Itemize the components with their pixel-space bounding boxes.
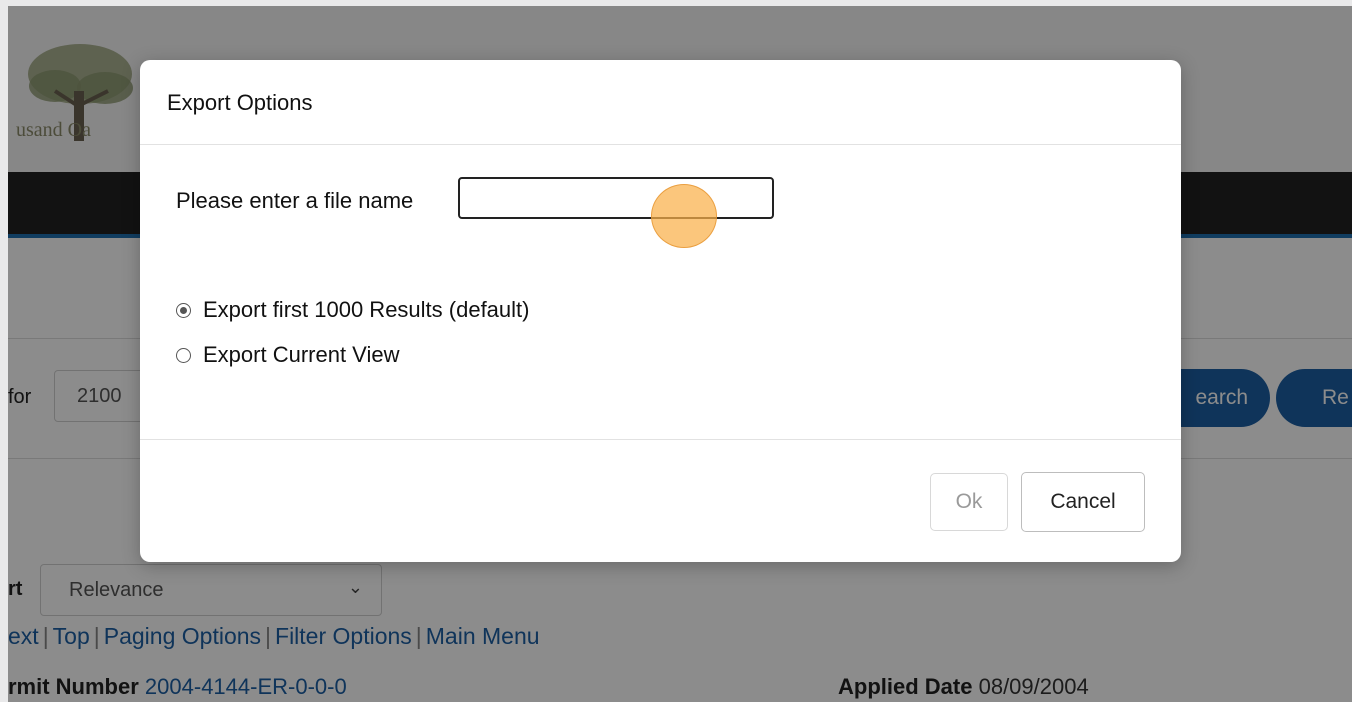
dialog-body: Please enter a file name Export first 10… — [140, 145, 1181, 440]
export-current-view-option[interactable]: Export Current View — [176, 342, 399, 368]
ok-button[interactable]: Ok — [930, 473, 1008, 531]
file-name-label: Please enter a file name — [176, 188, 414, 213]
export-options-dialog: Export Options Please enter a file name … — [140, 60, 1181, 562]
page: usand Oa for 2100 earch Re rt Relevance … — [0, 0, 1352, 702]
file-name-input[interactable] — [458, 177, 774, 219]
click-indicator — [651, 184, 717, 248]
dialog-title: Export Options — [167, 90, 313, 115]
dialog-footer: Ok Cancel — [140, 440, 1181, 562]
export-first-1000-option[interactable]: Export first 1000 Results (default) — [176, 297, 529, 323]
export-first-1000-label: Export first 1000 Results (default) — [203, 297, 530, 322]
export-current-view-label: Export Current View — [203, 342, 400, 367]
radio-button-checked[interactable] — [176, 302, 191, 318]
radio-button-unchecked[interactable] — [176, 347, 191, 363]
dialog-header: Export Options — [140, 60, 1181, 145]
cancel-button[interactable]: Cancel — [1021, 472, 1145, 532]
